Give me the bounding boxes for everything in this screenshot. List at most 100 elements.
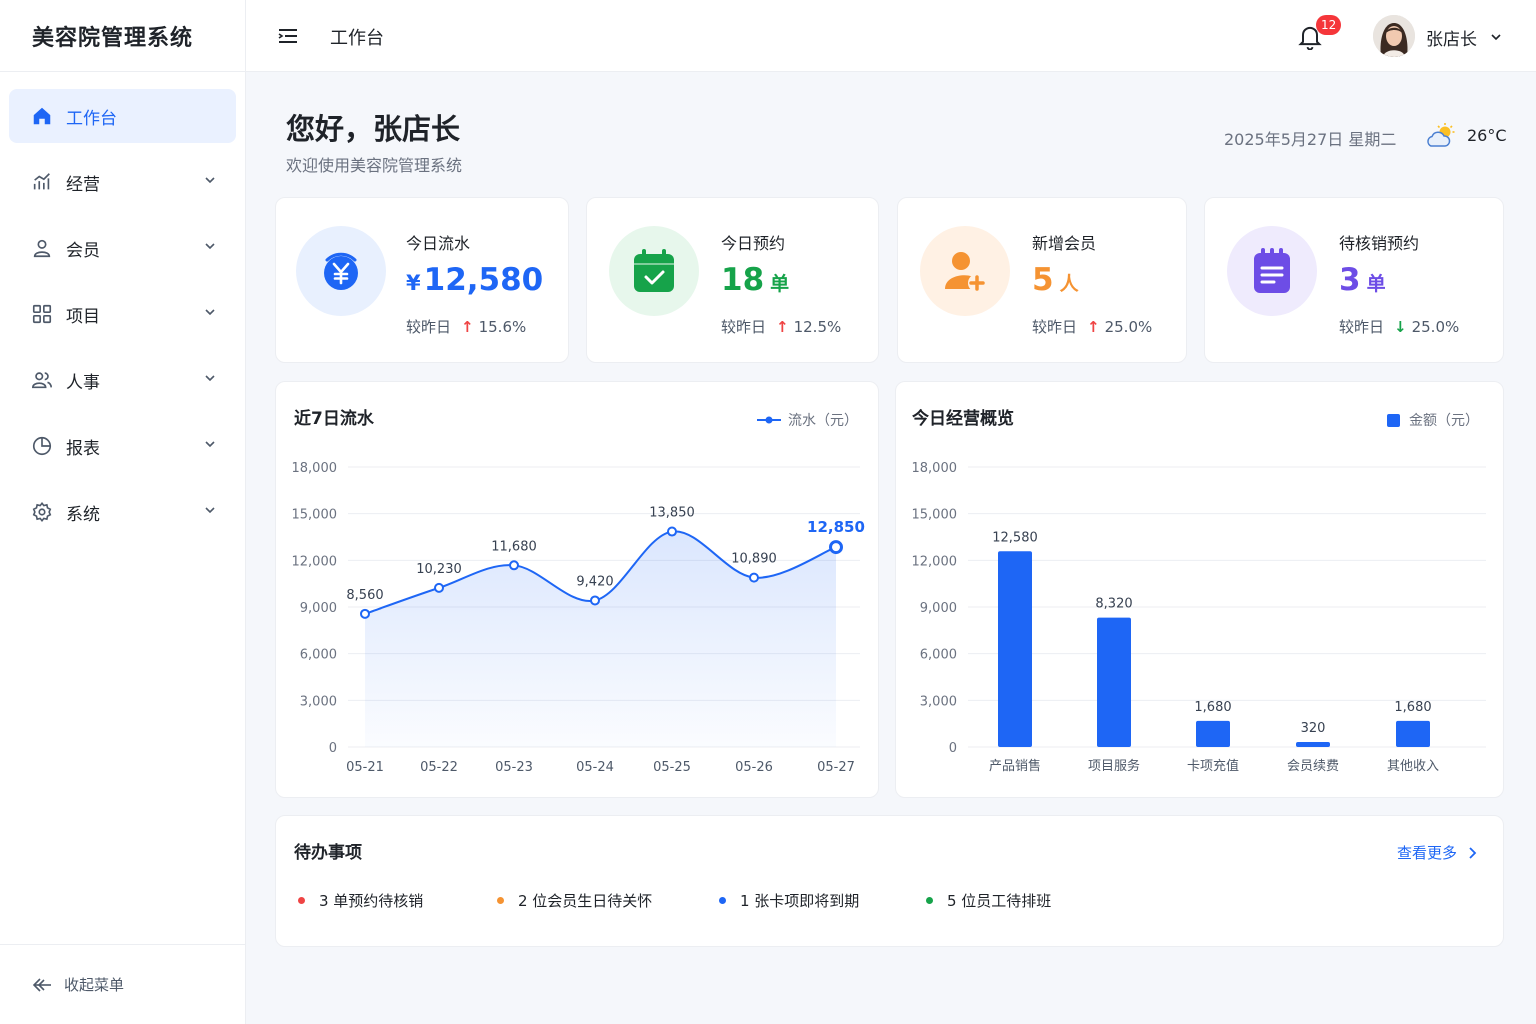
chevron-down-icon bbox=[205, 309, 215, 316]
x-tick-label: 05-25 bbox=[653, 760, 691, 775]
sidebar-item-project[interactable]: 项目 bbox=[9, 287, 236, 341]
sidebar-item-hr[interactable]: 人事 bbox=[9, 353, 236, 407]
stat-label: 新增会员 bbox=[1032, 234, 1097, 253]
partly-cloudy-icon bbox=[1427, 123, 1455, 147]
current-date: 2025年5月27日 星期二 bbox=[1224, 130, 1397, 149]
stat-unit: 人 bbox=[1059, 273, 1079, 295]
x-tick-label: 05-27 bbox=[817, 760, 855, 775]
todo-text: 3 单预约待核销 bbox=[319, 892, 424, 910]
status-dot bbox=[926, 897, 933, 904]
y-tick-label: 0 bbox=[949, 741, 957, 756]
status-dot bbox=[497, 897, 504, 904]
y-tick-label: 3,000 bbox=[920, 694, 957, 709]
stat-card-appointments[interactable]: 今日预约 18 单 较昨日 ↑ 12.5% bbox=[586, 197, 879, 363]
x-tick-label: 会员续费 bbox=[1287, 759, 1339, 774]
data-label: 9,420 bbox=[576, 574, 613, 589]
welcome-subtitle: 欢迎使用美容院管理系统 bbox=[286, 156, 463, 175]
compare-label: 较昨日 bbox=[1032, 318, 1078, 336]
app-title: 美容院管理系统 bbox=[0, 0, 245, 72]
data-label: 8,320 bbox=[1095, 597, 1132, 612]
user-name[interactable]: 张店长 bbox=[1426, 25, 1477, 50]
todo-item[interactable]: 1 张卡项即将到期 bbox=[719, 890, 859, 911]
stat-value: 18 单 bbox=[721, 262, 789, 298]
y-tick-label: 3,000 bbox=[300, 694, 337, 709]
sidebar-item-label: 人事 bbox=[66, 372, 100, 393]
temperature: 26°C bbox=[1467, 126, 1507, 145]
sidebar-item-label: 会员 bbox=[66, 240, 100, 261]
data-label: 10,890 bbox=[731, 552, 777, 567]
todo-item[interactable]: 2 位会员生日待关怀 bbox=[497, 890, 652, 911]
todo-title: 待办事项 bbox=[294, 843, 362, 863]
stat-number: 12,580 bbox=[423, 262, 544, 298]
bar bbox=[1296, 742, 1330, 747]
sidebar-item-label: 项目 bbox=[66, 306, 100, 327]
y-tick-label: 18,000 bbox=[292, 461, 338, 476]
data-label: 12,850 bbox=[807, 518, 865, 536]
stat-card-pending[interactable]: 待核销预约 3单 较昨日 ↓ 25.0% bbox=[1204, 197, 1504, 363]
data-label: 12,580 bbox=[992, 530, 1038, 545]
data-point bbox=[590, 595, 600, 606]
arrow-up-icon: ↑ bbox=[1087, 318, 1100, 336]
sidebar-item-label: 工作台 bbox=[66, 108, 117, 129]
users-icon bbox=[31, 369, 53, 391]
sidebar-item-system[interactable]: 系统 bbox=[9, 485, 236, 539]
sidebar-item-workbench[interactable]: 工作台 bbox=[9, 89, 236, 143]
stat-label: 今日流水 bbox=[406, 234, 471, 253]
y-tick-label: 15,000 bbox=[912, 508, 958, 523]
sidebar-item-operation[interactable]: 经营 bbox=[9, 155, 236, 209]
y-tick-label: 12,000 bbox=[912, 554, 958, 569]
x-tick-label: 产品销售 bbox=[989, 758, 1041, 774]
todo-text: 2 位会员生日待关怀 bbox=[518, 892, 653, 910]
user-icon bbox=[31, 237, 53, 259]
home-icon bbox=[31, 105, 53, 127]
chevron-right-icon bbox=[1469, 846, 1477, 859]
data-label: 11,680 bbox=[491, 539, 537, 554]
sidebar-item-label: 系统 bbox=[66, 504, 100, 525]
data-point bbox=[509, 560, 519, 571]
view-more-link[interactable]: 查看更多 bbox=[1397, 842, 1479, 863]
y-tick-label: 12,000 bbox=[292, 554, 338, 569]
menu-toggle-icon[interactable] bbox=[276, 24, 300, 48]
change-value: 12.5% bbox=[793, 318, 842, 336]
todo-panel: 待办事项 查看更多 3 单预约待核销 2 位会员生日待关怀 1 张卡项即将到期 … bbox=[275, 815, 1504, 947]
chevron-down-icon bbox=[205, 375, 215, 382]
stat-label: 今日预约 bbox=[721, 234, 786, 253]
y-tick-label: 9,000 bbox=[300, 601, 337, 616]
status-dot bbox=[719, 897, 726, 904]
arrow-up-icon: ↑ bbox=[776, 318, 789, 336]
notification-badge: 12 bbox=[1316, 15, 1342, 35]
stat-card-revenue[interactable]: 今日流水 ¥12,580 较昨日 ↑ 15.6% bbox=[275, 197, 569, 363]
chevron-down-icon[interactable] bbox=[1490, 31, 1502, 43]
grid-icon bbox=[31, 303, 53, 325]
data-point bbox=[434, 582, 444, 593]
today-overview-panel: 今日经营概览 金额（元） 0 3,000 6,000 9,000 12,000 15,00… bbox=[895, 381, 1504, 798]
stat-number: 5 bbox=[1032, 262, 1054, 298]
line-chart: 0 3,000 6,000 9,000 12,000 15,000 18,000 8,560 0… bbox=[292, 461, 865, 775]
page-title: 工作台 bbox=[330, 28, 384, 49]
data-point bbox=[667, 526, 677, 537]
clipboard-icon bbox=[1227, 226, 1317, 316]
data-point bbox=[360, 608, 370, 619]
data-label: 10,230 bbox=[416, 562, 462, 577]
x-tick-label: 卡项充值 bbox=[1187, 758, 1239, 774]
stat-value: ¥12,580 bbox=[406, 262, 543, 298]
calendar-check-icon bbox=[609, 226, 699, 316]
gear-icon bbox=[31, 501, 53, 523]
compare-label: 较昨日 bbox=[721, 318, 767, 336]
stat-label: 待核销预约 bbox=[1339, 234, 1420, 253]
stat-number: 18 bbox=[721, 262, 765, 298]
y-tick-label: 18,000 bbox=[912, 461, 958, 476]
chevron-down-icon bbox=[205, 243, 215, 250]
todo-item[interactable]: 3 单预约待核销 bbox=[298, 890, 423, 911]
x-tick-label: 项目服务 bbox=[1088, 758, 1140, 774]
bar bbox=[1097, 617, 1131, 747]
y-tick-label: 6,000 bbox=[920, 648, 957, 663]
y-tick-label: 15,000 bbox=[292, 508, 338, 523]
collapse-menu-button[interactable]: 收起菜单 bbox=[0, 944, 245, 1024]
sidebar-item-member[interactable]: 会员 bbox=[9, 221, 236, 275]
stat-card-new-members[interactable]: 新增会员 5人 较昨日 ↑ 25.0% bbox=[897, 197, 1187, 363]
data-label: 1,680 bbox=[1194, 700, 1231, 715]
avatar[interactable] bbox=[1373, 15, 1415, 57]
todo-item[interactable]: 5 位员工待排班 bbox=[926, 890, 1051, 911]
sidebar-item-report[interactable]: 报表 bbox=[9, 419, 236, 473]
